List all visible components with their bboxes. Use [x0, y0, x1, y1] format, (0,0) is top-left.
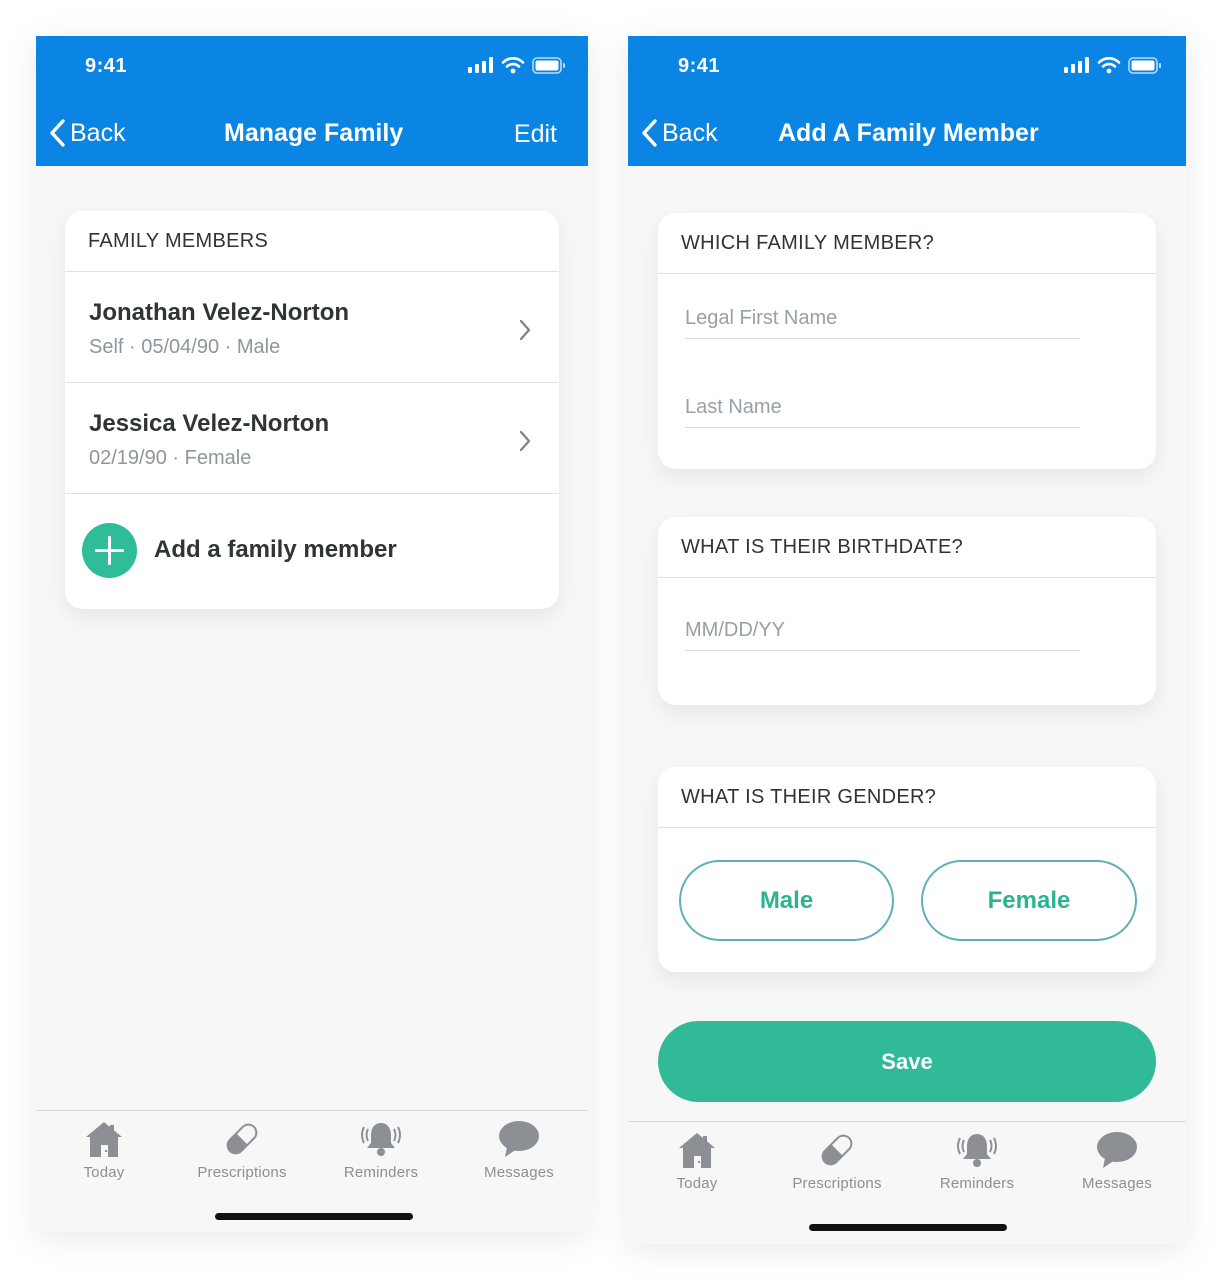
gender-section-card: WHAT IS THEIR GENDER? Male Female [658, 767, 1156, 972]
page-title: Add A Family Member [778, 119, 1039, 147]
tab-label: Reminders [939, 1175, 1015, 1192]
bell-icon [361, 1123, 401, 1156]
tab-bar: Today Prescriptions Reminders Messages [628, 1121, 1186, 1244]
tab-label: Today [676, 1175, 718, 1192]
family-member-row[interactable]: Jonathan Velez-Norton Self · 05/04/90 · … [65, 272, 559, 383]
home-icon [679, 1133, 715, 1168]
pill-icon [821, 1134, 853, 1166]
battery-icon [532, 56, 565, 74]
home-indicator[interactable] [809, 1224, 1007, 1231]
cellular-signal-icon [468, 57, 493, 73]
tab-reminders[interactable]: Reminders [912, 1128, 1042, 1192]
member-name: Jessica Velez-Norton [89, 410, 330, 437]
nav-bar: 9:41 Back Add A Family Member [628, 36, 1186, 166]
male-button[interactable]: Male [679, 860, 894, 941]
status-time: 9:41 [678, 55, 721, 77]
last-name-input[interactable] [685, 388, 1080, 428]
tab-label: Messages [1082, 1175, 1152, 1192]
back-button[interactable]: Back [48, 118, 126, 148]
first-name-input[interactable] [685, 299, 1080, 339]
member-details: 02/19/90 · Female [89, 447, 252, 469]
add-family-member-label: Add a family member [154, 536, 397, 563]
female-button[interactable]: Female [921, 860, 1137, 941]
home-icon [86, 1122, 122, 1157]
back-label: Back [70, 118, 126, 147]
gender-section-header: WHAT IS THEIR GENDER? [658, 767, 1156, 828]
tab-label: Prescriptions [792, 1175, 882, 1192]
member-name: Jonathan Velez-Norton [89, 299, 350, 326]
birthdate-section-card: WHAT IS THEIR BIRTHDATE? [658, 517, 1156, 705]
battery-icon [1128, 56, 1161, 74]
home-indicator[interactable] [215, 1213, 413, 1220]
status-time: 9:41 [85, 55, 128, 77]
tab-prescriptions[interactable]: Prescriptions [772, 1128, 902, 1192]
chat-bubble-icon [1097, 1132, 1137, 1168]
edit-button[interactable]: Edit [514, 120, 557, 149]
tab-label: Today [83, 1164, 125, 1181]
tab-today[interactable]: Today [39, 1117, 169, 1181]
chevron-right-icon [519, 430, 531, 452]
save-button[interactable]: Save [658, 1021, 1156, 1102]
status-icons [468, 56, 566, 74]
birthdate-section-header: WHAT IS THEIR BIRTHDATE? [658, 517, 1156, 578]
family-members-card: FAMILY MEMBERS Jonathan Velez-Norton Sel… [65, 211, 559, 609]
member-details: Self · 05/04/90 · Male [89, 336, 281, 358]
chevron-left-icon [642, 119, 657, 147]
manage-family-screen: 9:41 Back Manage Family Edit FAMILY MEMB… [36, 36, 588, 1232]
nav-bar: 9:41 Back Manage Family Edit [36, 36, 588, 166]
plus-circle-icon [82, 523, 137, 578]
tab-label: Messages [484, 1164, 554, 1181]
tab-today[interactable]: Today [632, 1128, 762, 1192]
family-member-row[interactable]: Jessica Velez-Norton 02/19/90 · Female [65, 383, 559, 494]
tab-prescriptions[interactable]: Prescriptions [177, 1117, 307, 1181]
name-section-card: WHICH FAMILY MEMBER? [658, 213, 1156, 469]
add-family-member-screen: 9:41 Back Add A Family Member WHICH FAMI… [628, 36, 1186, 1244]
chat-bubble-icon [499, 1121, 539, 1157]
tab-label: Reminders [343, 1164, 419, 1181]
name-section-header: WHICH FAMILY MEMBER? [658, 213, 1156, 274]
tab-messages[interactable]: Messages [454, 1117, 584, 1181]
page-title: Manage Family [224, 119, 404, 147]
tab-label: Prescriptions [197, 1164, 287, 1181]
bell-icon [957, 1134, 997, 1167]
tab-bar: Today Prescriptions Reminders Messages [36, 1110, 588, 1232]
back-label: Back [662, 118, 718, 147]
wifi-icon [501, 57, 525, 74]
chevron-left-icon [50, 119, 65, 147]
status-icons [1064, 56, 1162, 74]
pill-icon [226, 1123, 258, 1155]
add-family-member-button[interactable]: Add a family member [65, 494, 559, 606]
chevron-right-icon [519, 319, 531, 341]
birthdate-input[interactable] [685, 611, 1080, 651]
tab-messages[interactable]: Messages [1052, 1128, 1182, 1192]
tab-reminders[interactable]: Reminders [316, 1117, 446, 1181]
cellular-signal-icon [1064, 57, 1089, 73]
back-button[interactable]: Back [640, 118, 718, 148]
family-members-header: FAMILY MEMBERS [65, 211, 559, 272]
wifi-icon [1097, 57, 1121, 74]
